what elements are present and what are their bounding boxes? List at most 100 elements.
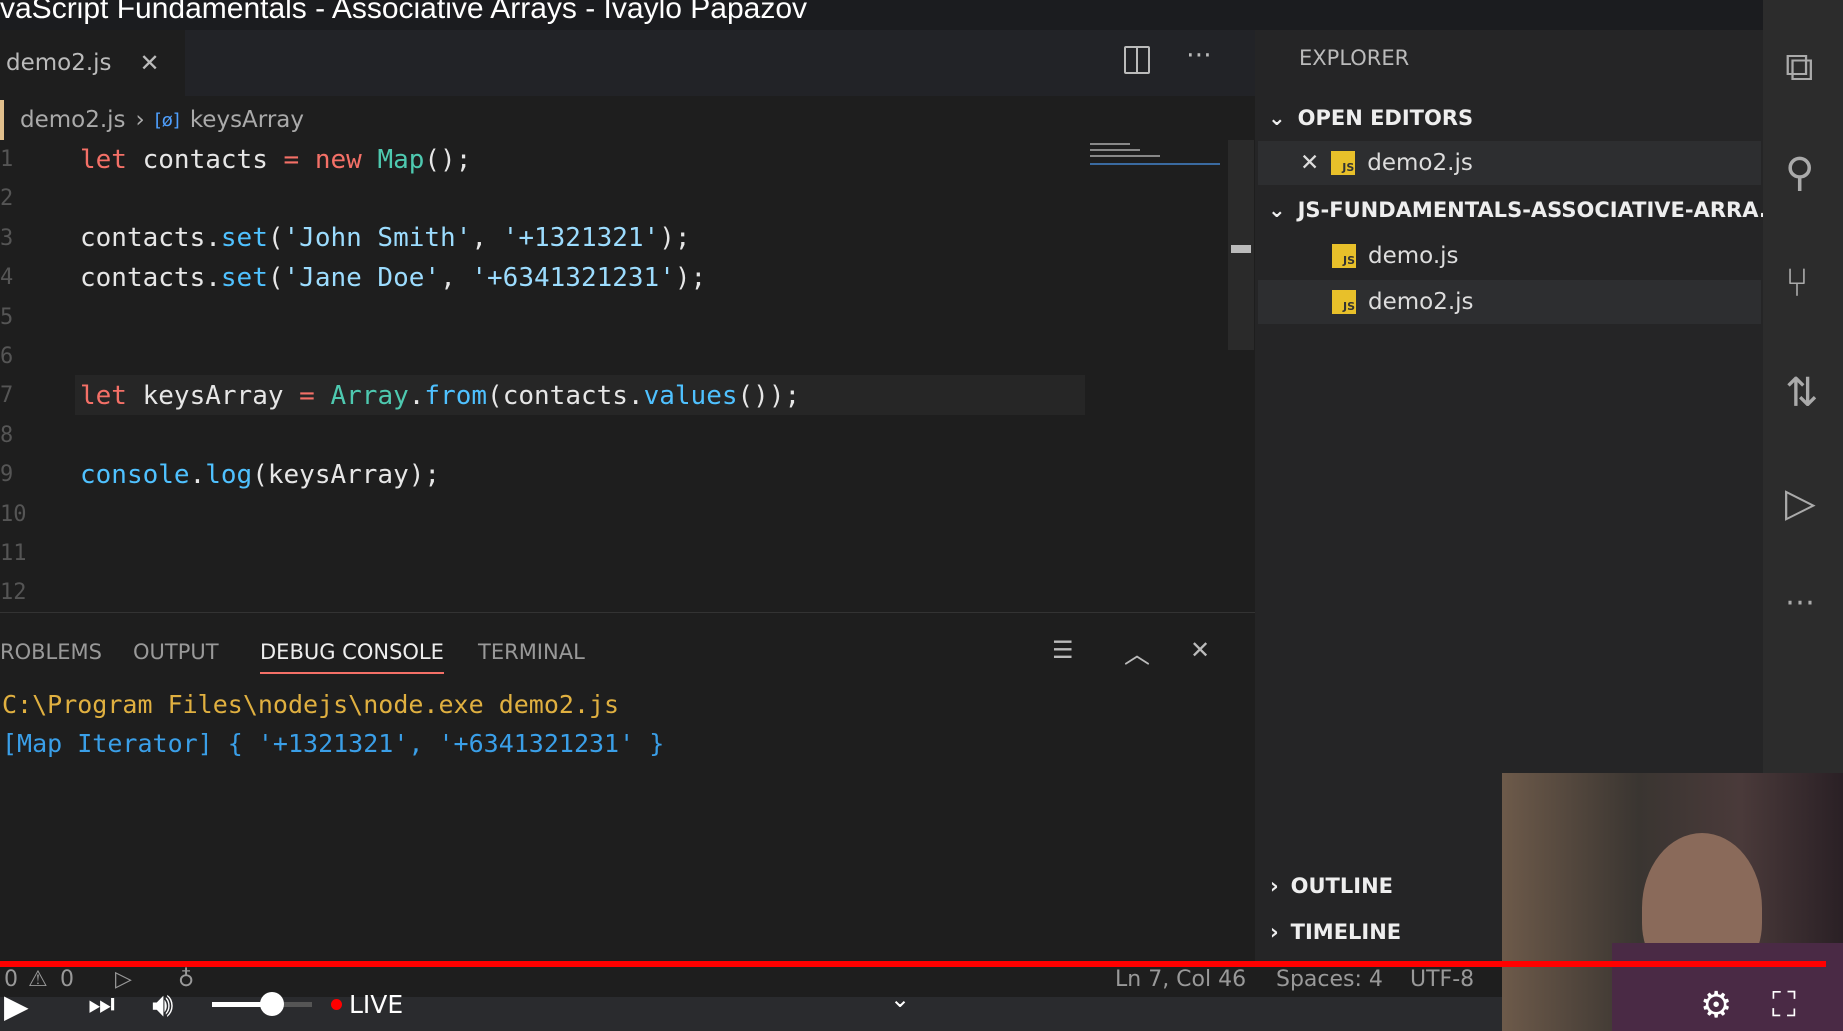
code-line[interactable]: 5 <box>0 298 40 337</box>
line-number: 1 <box>0 147 14 172</box>
run-debug-icon[interactable]: ▷ <box>1785 480 1816 526</box>
warning-count[interactable]: 0 <box>60 967 74 992</box>
folder-section[interactable]: ⌄ JS-FUNDAMENTALS-ASSOCIATIVE-ARRA... <box>1268 198 1783 222</box>
code-token: Map <box>377 144 425 175</box>
code-line[interactable]: 8 <box>0 416 40 455</box>
code-text: let keysArray = Array.from(contacts.valu… <box>80 381 800 411</box>
files-icon[interactable]: ⧉ <box>1785 44 1814 90</box>
line-number: 10 <box>0 501 27 527</box>
breadcrumb-file[interactable]: demo2.js <box>20 107 126 133</box>
line-number: 11 <box>0 541 27 566</box>
code-token: , <box>471 223 503 254</box>
console-output-line: C:\Program Files\nodejs\node.exe demo2.j… <box>2 690 620 719</box>
next-icon[interactable]: ⏭ <box>88 987 115 1022</box>
source-control-icon[interactable]: ⑂ <box>1785 260 1809 306</box>
pull-request-icon[interactable]: ⇅ <box>1785 370 1819 416</box>
code-text: let contacts = new Map(); <box>80 145 471 175</box>
close-icon[interactable]: ✕ <box>1300 150 1319 176</box>
code-token: values <box>643 380 738 411</box>
cursor-position[interactable]: Ln 7, Col 46 <box>1115 967 1246 992</box>
chevron-down-icon: ⌄ <box>1268 198 1286 222</box>
code-line[interactable]: 9 console.log(keysArray); <box>0 455 440 494</box>
file-item[interactable]: JS demo2.js <box>1258 280 1761 324</box>
volume-icon[interactable]: 🔊︎ <box>152 985 173 1025</box>
code-token: (keysArray); <box>252 459 441 490</box>
code-line[interactable]: 12 <box>0 573 40 612</box>
live-badge[interactable]: LIVE <box>349 990 403 1019</box>
code-token: ( <box>267 223 284 254</box>
exit-fullscreen-icon[interactable]: ⛶ <box>1772 985 1796 1025</box>
breadcrumb-symbol[interactable]: keysArray <box>190 107 304 133</box>
split-editor-icon[interactable] <box>1124 46 1150 74</box>
code-line[interactable]: 3 contacts.set('John Smith', '+1321321'); <box>0 219 691 258</box>
chevron-down-icon[interactable]: ⌄ <box>890 985 910 1013</box>
editor-scrollbar[interactable] <box>1228 140 1254 350</box>
code-text: contacts.set('John Smith', '+1321321'); <box>80 223 691 253</box>
code-line[interactable]: 7 let keysArray = Array.from(contacts.val… <box>0 376 800 415</box>
more-icon[interactable]: ⋯ <box>1785 585 1815 620</box>
code-line[interactable]: 2 <box>0 179 40 218</box>
close-panel-icon[interactable]: ✕ <box>1190 636 1210 664</box>
line-number: 5 <box>0 304 14 330</box>
search-icon[interactable]: ⚲ <box>1785 150 1814 196</box>
file-name: demo2.js <box>1368 289 1474 315</box>
code-line[interactable]: 4 contacts.set('Jane Doe', '+6341321231')… <box>0 258 706 297</box>
js-file-icon: JS <box>1331 151 1356 175</box>
code-line[interactable]: 6 <box>0 337 40 376</box>
code-token: ( <box>267 262 284 293</box>
code-token: ); <box>659 223 691 254</box>
play-icon[interactable]: ▶ <box>4 987 29 1025</box>
editor-tab-row <box>0 30 1255 96</box>
code-line[interactable]: 1 let contacts = new Map(); <box>0 140 471 179</box>
file-item[interactable]: JS demo.js <box>1258 234 1459 278</box>
code-token: let <box>80 144 143 175</box>
breadcrumb: demo2.js › [ø] keysArray <box>0 100 304 140</box>
code-line[interactable]: 10 <box>0 495 40 534</box>
close-icon[interactable]: ✕ <box>140 49 160 77</box>
encoding[interactable]: UTF-8 <box>1410 967 1474 992</box>
chevron-right-icon: › <box>1270 874 1279 898</box>
tab-debug-console[interactable]: DEBUG CONSOLE <box>260 640 444 674</box>
code-token: = new <box>283 144 378 175</box>
code-token: 'Jane Doe' <box>283 262 441 293</box>
code-token: (contacts. <box>487 380 644 411</box>
clear-console-icon[interactable]: ☰ <box>1052 636 1074 664</box>
variable-icon: [ø] <box>154 109 180 131</box>
tab-terminal[interactable]: TERMINAL <box>478 640 585 664</box>
volume-slider[interactable] <box>212 992 312 1016</box>
code-token: , <box>440 262 472 293</box>
chevron-right-icon: › <box>1270 920 1279 944</box>
editor-tab[interactable]: demo2.js ✕ <box>0 30 185 96</box>
settings-gear-icon[interactable]: ⚙ <box>1700 985 1732 1026</box>
minimap[interactable] <box>1090 140 1225 180</box>
code-token: keysArray <box>142 380 300 411</box>
live-share-icon[interactable]: ♁ <box>178 967 194 992</box>
code-token: ); <box>674 262 707 293</box>
code-line[interactable]: 11 <box>0 534 40 573</box>
code-token: contacts. <box>80 262 221 293</box>
section-label: TIMELINE <box>1290 920 1402 944</box>
indentation[interactable]: Spaces: 4 <box>1276 967 1383 992</box>
maximize-panel-icon[interactable]: ︿ <box>1124 634 1150 671</box>
open-editor-item[interactable]: ✕ JS demo2.js <box>1258 141 1761 185</box>
open-editors-section[interactable]: ⌄ OPEN EDITORS <box>1268 106 1473 130</box>
timeline-section[interactable]: › TIMELINE <box>1270 920 1401 944</box>
run-icon[interactable]: ▷ <box>115 967 132 992</box>
tab-problems[interactable]: ROBLEMS <box>0 640 102 664</box>
line-number: 9 <box>0 462 14 488</box>
code-token: (); <box>424 144 472 175</box>
live-dot-icon <box>331 999 342 1010</box>
js-file-icon: JS <box>1332 244 1356 268</box>
line-number: 4 <box>0 265 14 291</box>
tab-output[interactable]: OUTPUT <box>133 640 219 664</box>
more-actions-icon[interactable]: ⋯ <box>1186 40 1212 70</box>
file-name: demo.js <box>1368 243 1459 269</box>
code-token: 'John Smith' <box>283 223 472 254</box>
line-number: 12 <box>0 580 27 606</box>
outline-section[interactable]: › OUTLINE <box>1270 874 1393 898</box>
code-token: set <box>220 262 268 293</box>
code-token: = <box>299 380 331 411</box>
code-token: let <box>80 380 143 411</box>
line-number: 2 <box>0 186 14 212</box>
console-output-line: [Map Iterator] { '+1321321', '+634132123… <box>2 729 665 758</box>
